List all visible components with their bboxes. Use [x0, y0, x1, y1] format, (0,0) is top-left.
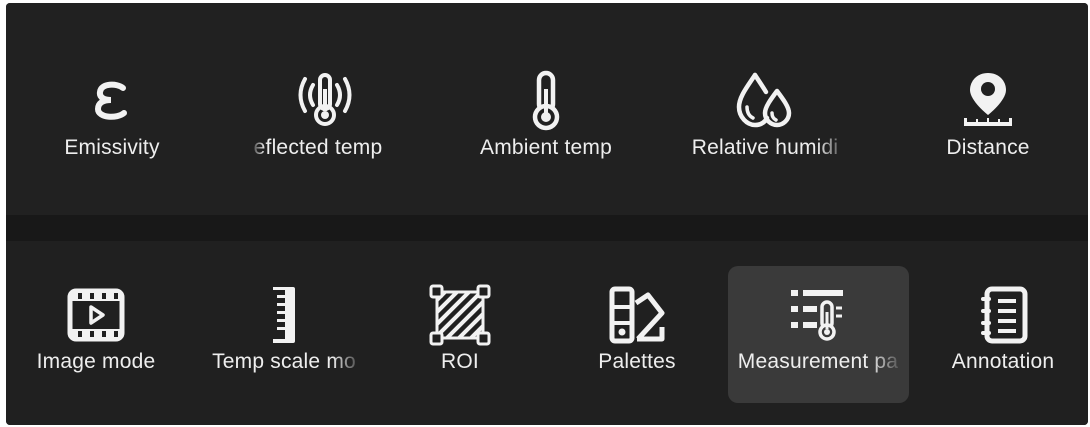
- roi-region-icon: [425, 280, 495, 350]
- relative-humidity-button[interactable]: Relative humidi: [680, 66, 850, 160]
- image-mode-button[interactable]: Image mode: [26, 280, 166, 374]
- reflected-temp-label-text: eflected temp: [253, 136, 383, 159]
- epsilon-icon: [77, 66, 147, 136]
- ruler-scale-icon: [249, 280, 319, 350]
- measurement-params-label: Measurement pa: [737, 350, 899, 373]
- temp-scale-mode-label: Temp scale mo: [212, 350, 356, 373]
- film-play-icon: [61, 280, 131, 350]
- notebook-icon: [968, 280, 1038, 350]
- measurement-params-icon: [783, 280, 853, 350]
- ambient-temp-label: Ambient temp: [480, 136, 612, 159]
- tools-row: [6, 241, 1088, 425]
- palettes-button[interactable]: Palettes: [582, 280, 692, 374]
- image-mode-label: Image mode: [36, 350, 156, 373]
- palette-swatches-icon: [602, 280, 672, 350]
- palettes-label: Palettes: [598, 350, 676, 373]
- humidity-drops-icon: [730, 66, 800, 136]
- ambient-temp-button[interactable]: Ambient temp: [466, 66, 626, 160]
- distance-label: Distance: [946, 136, 1030, 159]
- row-divider: [6, 215, 1088, 241]
- temp-scale-mode-button[interactable]: Temp scale mo: [204, 280, 364, 374]
- reflected-temp-label: eflected temp: [250, 136, 400, 160]
- annotation-label: Annotation: [951, 350, 1055, 373]
- measurement-params-button[interactable]: Measurement pa: [732, 280, 904, 374]
- distance-button[interactable]: Distance: [928, 66, 1048, 160]
- reflected-temp-button[interactable]: eflected temp: [250, 66, 400, 160]
- emissivity-button[interactable]: Emissivity: [52, 66, 172, 160]
- thermometer-icon: [511, 66, 581, 136]
- emissivity-label: Emissivity: [64, 136, 160, 159]
- roi-button[interactable]: ROI: [415, 280, 505, 374]
- roi-label: ROI: [441, 350, 479, 373]
- relative-humidity-label: Relative humidi: [691, 136, 839, 159]
- reflected-temp-icon: [290, 66, 360, 136]
- annotation-button[interactable]: Annotation: [938, 280, 1068, 374]
- location-pin-ruler-icon: [953, 66, 1023, 136]
